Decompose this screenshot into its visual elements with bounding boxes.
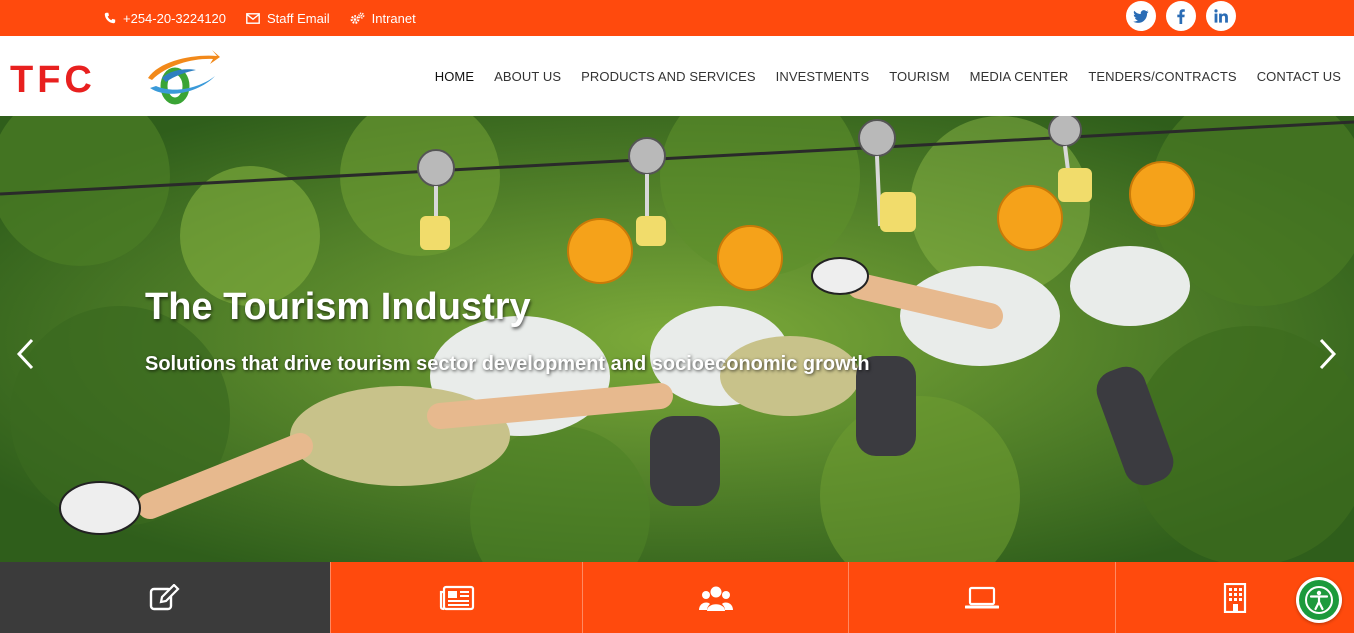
nav-home[interactable]: HOME	[435, 69, 474, 84]
nav-media-center[interactable]: MEDIA CENTER	[970, 69, 1069, 84]
chevron-right-icon	[1319, 338, 1337, 370]
contact-info: +254-20-3224120 Staff Email Intranet	[104, 0, 416, 36]
accessibility-badge	[1299, 580, 1339, 620]
cogs-icon	[350, 11, 365, 24]
feature-tiles	[0, 562, 1354, 633]
tfc-logo[interactable]: TFC	[10, 48, 222, 106]
slider-prev-button[interactable]	[13, 336, 37, 372]
twitter-button[interactable]	[1126, 1, 1156, 31]
slider-next-button[interactable]	[1316, 336, 1340, 372]
hero-image	[0, 116, 1354, 562]
building-icon	[1223, 582, 1247, 613]
main-navigation: HOME ABOUT US PRODUCTS AND SERVICES INVE…	[435, 36, 1341, 116]
laptop-icon	[965, 586, 999, 608]
phone-number: +254-20-3224120	[123, 10, 227, 26]
staff-email-link[interactable]: Staff Email	[246, 11, 330, 26]
twitter-icon	[1133, 9, 1149, 23]
social-links	[1126, 1, 1236, 31]
phone-icon	[104, 12, 116, 24]
accessibility-button[interactable]	[1296, 577, 1342, 623]
newspaper-icon	[439, 585, 474, 610]
nav-about-us[interactable]: ABOUT US	[494, 69, 561, 84]
nav-investments[interactable]: INVESTMENTS	[776, 69, 870, 84]
top-bar: +254-20-3224120 Staff Email Intranet	[0, 0, 1354, 36]
staff-email-label: Staff Email	[267, 10, 330, 26]
edit-icon	[149, 583, 180, 610]
phone-link[interactable]: +254-20-3224120	[104, 11, 226, 26]
hero-slider: The Tourism Industry Solutions that driv…	[0, 116, 1354, 562]
nav-tourism[interactable]: TOURISM	[889, 69, 949, 84]
users-icon	[698, 586, 733, 611]
facebook-icon	[1177, 8, 1185, 24]
intranet-label: Intranet	[371, 10, 416, 26]
nav-tenders-contracts[interactable]: TENDERS/CONTRACTS	[1088, 69, 1236, 84]
site-header: TFC HOME ABOUT US PRODUCTS AND SERVICES …	[0, 36, 1354, 116]
tile-news[interactable]	[330, 562, 582, 633]
logo-text: TFC	[10, 59, 96, 101]
tile-community[interactable]	[582, 562, 848, 633]
hero-subtitle: Solutions that drive tourism sector deve…	[145, 353, 870, 375]
linkedin-button[interactable]	[1206, 1, 1236, 31]
nav-contact-us[interactable]: CONTACT US	[1257, 69, 1341, 84]
facebook-button[interactable]	[1166, 1, 1196, 31]
envelope-icon	[246, 12, 260, 24]
accessibility-icon	[1305, 586, 1333, 614]
linkedin-icon	[1214, 9, 1228, 23]
nav-products-and-services[interactable]: PRODUCTS AND SERVICES	[581, 69, 756, 84]
tile-online-services[interactable]	[848, 562, 1115, 633]
hero-title: The Tourism Industry	[145, 286, 531, 328]
tile-edit[interactable]	[0, 562, 330, 633]
intranet-link[interactable]: Intranet	[350, 11, 416, 26]
chevron-left-icon	[16, 338, 34, 370]
